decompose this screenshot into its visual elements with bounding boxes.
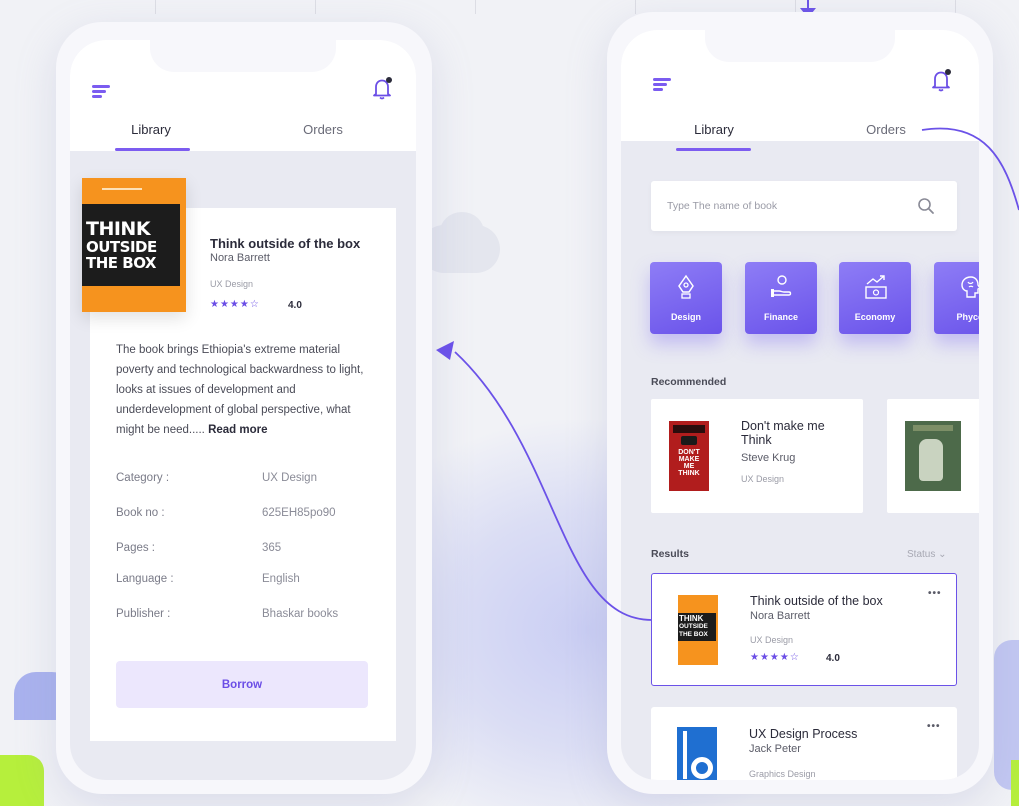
book-cover [905,421,961,491]
info-value-category: UX Design [262,472,317,484]
recommended-card[interactable]: DON'T MAKE ME THINK Don't make me Think … [651,399,863,513]
recommended-heading: Recommended [651,376,727,388]
category-economy[interactable]: Economy [839,262,911,334]
recommended-card[interactable] [887,399,979,513]
search-placeholder: Type The name of book [667,200,778,212]
cover-text-line: ME [683,463,695,470]
book-title: UX Design Process [749,727,858,741]
book-category: Graphics Design [749,769,816,779]
book-category: UX Design [750,635,794,645]
read-more-link[interactable]: Read more [208,424,267,436]
cover-text: THINK [86,217,151,240]
background-accent [0,755,44,806]
info-label-language: Language : [116,573,174,585]
cover-text-line: THINK [679,614,704,623]
cover-stripe [102,188,142,190]
description-text: The book brings Ethiopia's extreme mater… [116,344,364,436]
book-author: Nora Barrett [750,610,810,622]
hand-coin-icon [771,275,792,297]
book-title: Think outside of the box [210,236,361,251]
category-label: Finance [763,312,798,322]
book-title: Think outside of the box [750,594,883,608]
cover-text: THE BOX [86,253,156,272]
category-label: Phyco [956,312,979,322]
tab-library[interactable]: Library [659,122,769,137]
info-value-pages: 365 [262,542,282,554]
detail-phone: Library Orders THINK OUTSIDE THE BOX Thi… [56,22,432,794]
info-label-pages: Pages : [116,542,155,554]
book-cover-art: THINK OUTSIDE THE BOX [82,204,180,286]
results-heading: Results [651,548,689,560]
status-filter[interactable]: Status ⌄ [907,549,947,560]
result-card[interactable]: UX Design Process Jack Peter Graphics De… [651,707,957,780]
phone-notch [150,40,336,72]
tab-library[interactable]: Library [96,122,206,137]
list-phone: Library Orders Type The name of book Des… [607,12,993,794]
info-value-language: English [262,573,300,585]
tab-orders[interactable]: Orders [831,122,941,137]
info-value-book-no: 625EH85po90 [262,507,336,519]
book-title: Don't make me Think [741,419,825,447]
book-author: Steve Krug [741,452,796,464]
info-label-category: Category : [116,472,170,484]
category-label: Design [670,312,701,322]
borrow-button[interactable]: Borrow [116,661,368,708]
search-icon[interactable] [917,197,935,215]
active-tab-indicator [676,148,751,151]
cover-art [673,425,705,433]
cover-art [683,731,687,779]
book-description: The book brings Ethiopia's extreme mater… [116,340,376,440]
more-options-icon[interactable]: ••• [928,588,942,599]
detail-screen: Library Orders THINK OUTSIDE THE BOX Thi… [70,40,416,780]
cover-art [913,425,953,431]
cover-text-line: MAKE [678,456,700,463]
cover-text-line: THE BOX [679,631,708,638]
background-cloud [440,212,484,252]
cover-art [919,439,943,481]
cover-text-line: OUTSIDE [679,623,708,630]
rating-stars: ★★★★☆ [210,299,260,310]
active-tab-indicator [115,148,190,151]
list-screen: Library Orders Type The name of book Des… [621,30,979,780]
bell-icon[interactable] [372,76,394,100]
cover-text: DON'T MAKE ME THINK [671,449,707,477]
money-trend-icon [865,275,887,299]
menu-icon[interactable] [653,78,671,92]
book-cover [677,727,717,780]
cover-text: OUTSIDE [86,237,157,256]
rating-value: 4.0 [826,653,840,664]
category-finance[interactable]: Finance [745,262,817,334]
rating-value: 4.0 [288,300,302,311]
pen-nib-icon [678,274,694,299]
category-phyco[interactable]: Phyco [934,262,979,334]
cover-text-line: DON'T [678,449,700,456]
book-category: UX Design [210,279,254,289]
search-input[interactable]: Type The name of book [651,181,957,231]
brain-icon [961,276,979,298]
tab-orders[interactable]: Orders [268,122,378,137]
book-author: Jack Peter [749,743,801,755]
background-accent [1011,760,1019,806]
phone-notch [705,30,895,62]
info-value-publisher: Bhaskar books [262,608,339,620]
rating-stars: ★★★★☆ [750,652,800,663]
book-cover: DON'T MAKE ME THINK [669,421,709,491]
info-label-publisher: Publisher : [116,608,171,620]
cover-art [691,757,713,779]
book-cover: THINK OUTSIDE THE BOX [678,595,718,665]
menu-icon[interactable] [92,85,110,99]
category-design[interactable]: Design [650,262,722,334]
book-category: UX Design [741,474,785,484]
category-label: Economy [854,312,896,322]
cover-text-line: THINK [678,470,700,477]
bell-icon[interactable] [931,68,953,92]
book-cover[interactable]: THINK OUTSIDE THE BOX [82,178,186,312]
more-options-icon[interactable]: ••• [927,721,941,732]
arrowhead-icon [436,341,454,360]
info-label-book-no: Book no : [116,507,165,519]
book-author: Nora Barrett [210,252,270,264]
result-card[interactable]: THINK OUTSIDE THE BOX Think outside of t… [651,573,957,686]
cover-text: THINK OUTSIDE THE BOX [678,613,716,641]
cover-art [681,436,697,445]
